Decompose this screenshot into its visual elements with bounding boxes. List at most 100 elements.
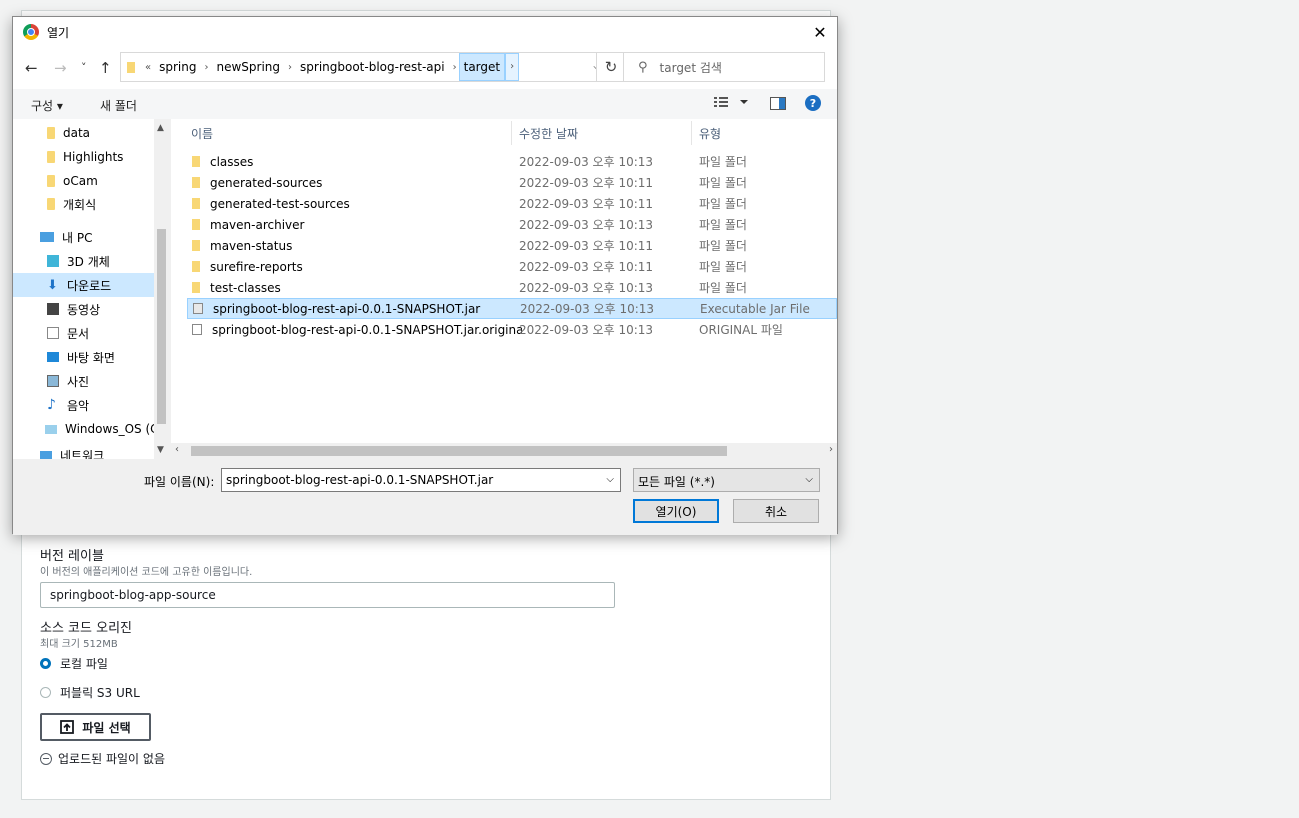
folder-icon (192, 261, 200, 272)
folder-icon (192, 240, 200, 251)
open-button[interactable]: 열기(O) (633, 499, 719, 523)
file-list-hscrollbar[interactable]: ‹ › (171, 443, 837, 459)
file-type: 파일 폴더 (699, 218, 747, 232)
no-file-text: 업로드된 파일이 없음 (58, 752, 165, 766)
breadcrumb-springboot-blog-rest-api[interactable]: springboot-blog-rest-api (294, 60, 451, 74)
file-row[interactable]: surefire-reports 2022-09-03 오후 10:11 파일 폴더 (187, 256, 837, 277)
version-label-input[interactable]: springboot-blog-app-source (40, 582, 615, 608)
file-row-selected[interactable]: springboot-blog-rest-api-0.0.1-SNAPSHOT.… (187, 298, 837, 319)
column-type-label: 유형 (699, 126, 722, 141)
help-icon[interactable]: ? (805, 95, 821, 111)
file-name: generated-test-sources (210, 196, 350, 211)
scroll-left-icon[interactable]: ‹ (175, 444, 179, 455)
file-type: 파일 폴더 (699, 260, 747, 274)
version-label-title: 버전 레이블 (40, 549, 104, 564)
search-placeholder: target 검색 (659, 60, 722, 75)
column-header-date[interactable]: 수정한 날짜 (519, 119, 689, 147)
address-bar[interactable]: « spring › newSpring › springboot-blog-r… (120, 52, 610, 82)
column-divider[interactable] (691, 121, 692, 145)
dialog-footer: 파일 이름(N): springboot-blog-rest-api-0.0.1… (13, 459, 837, 535)
scroll-down-icon[interactable]: ▼ (157, 445, 164, 455)
choose-file-label: 파일 선택 (82, 720, 131, 735)
tree-item-videos[interactable]: 동영상 (13, 297, 169, 321)
folder-icon (192, 219, 200, 230)
tree-item-label: 바탕 화면 (67, 350, 115, 365)
breadcrumb-chevron-icon[interactable]: › (202, 62, 210, 73)
tree-item-documents[interactable]: 문서 (13, 321, 169, 345)
column-header-name[interactable]: 이름 ^ (191, 119, 511, 147)
file-row[interactable]: classes 2022-09-03 오후 10:13 파일 폴더 (187, 151, 837, 172)
column-date-label: 수정한 날짜 (519, 126, 579, 141)
tree-scrollbar[interactable]: ▲ ▼ (154, 119, 169, 459)
address-overflow[interactable]: « (143, 62, 153, 73)
filename-label: 파일 이름(N): (144, 475, 215, 489)
chevron-down-icon[interactable]: ⌵ (805, 474, 813, 485)
tree-item-ocam[interactable]: oCam (13, 169, 169, 193)
column-header-type[interactable]: 유형 (699, 119, 829, 147)
tree-item-data[interactable]: data (13, 121, 169, 145)
file-row[interactable]: generated-sources 2022-09-03 오후 10:11 파일 폴… (187, 172, 837, 193)
tree-item-music[interactable]: ♪ 음악 (13, 393, 169, 417)
tree-item-downloads[interactable]: ⬇ 다운로드 (13, 273, 169, 297)
scroll-up-icon[interactable]: ▲ (157, 123, 164, 133)
file-row[interactable]: test-classes 2022-09-03 오후 10:13 파일 폴더 (187, 277, 837, 298)
tree-item-this-pc[interactable]: 내 PC (13, 225, 169, 249)
scroll-right-icon[interactable]: › (829, 444, 833, 455)
breadcrumb-chevron-icon[interactable]: › (505, 53, 520, 81)
file-row[interactable]: maven-archiver 2022-09-03 오후 10:13 파일 폴더 (187, 214, 837, 235)
forward-arrow-icon[interactable]: → (54, 59, 67, 77)
tree-item-label: 개회식 (63, 197, 97, 212)
tree-item-highlights[interactable]: Highlights (13, 145, 169, 169)
folder-icon (47, 127, 55, 139)
chevron-down-icon[interactable]: ⌵ (606, 474, 614, 485)
drive-icon (45, 424, 57, 434)
radio-s3-url[interactable]: 퍼블릭 S3 URL (40, 684, 140, 701)
file-type-filter[interactable]: 모든 파일 (*.*) ⌵ (633, 468, 820, 492)
breadcrumb-chevron-icon[interactable]: › (286, 62, 294, 73)
file-date: 2022-09-03 오후 10:13 (520, 302, 655, 316)
new-folder-button[interactable]: 새 폴더 (100, 97, 137, 114)
file-row[interactable]: springboot-blog-rest-api-0.0.1-SNAPSHOT.… (187, 319, 837, 340)
hscroll-thumb[interactable] (191, 446, 727, 456)
file-name: springboot-blog-rest-api-0.0.1-SNAPSHOT.… (213, 301, 481, 316)
search-box[interactable]: ⚲ target 검색 (623, 52, 825, 82)
breadcrumb-chevron-icon[interactable]: › (451, 62, 459, 73)
file-icon (192, 324, 202, 335)
file-row[interactable]: maven-status 2022-09-03 오후 10:11 파일 폴더 (187, 235, 837, 256)
cancel-button[interactable]: 취소 (733, 499, 819, 523)
tree-item-desktop[interactable]: 바탕 화면 (13, 345, 169, 369)
network-icon (40, 450, 52, 459)
view-options-icon[interactable] (714, 95, 748, 112)
upload-icon (60, 720, 75, 734)
tree-item-label: Windows_OS (C (65, 422, 159, 436)
preview-pane-icon[interactable] (770, 97, 786, 113)
tree-item-windows-drive[interactable]: Windows_OS (C (13, 417, 169, 441)
radio-local-file[interactable]: 로컬 파일 (40, 655, 108, 672)
tree-item-3d-objects[interactable]: 3D 개체 (13, 249, 169, 273)
breadcrumb-spring[interactable]: spring (153, 60, 202, 74)
folder-icon (47, 175, 55, 187)
dialog-titlebar[interactable]: 열기 ✕ (13, 17, 837, 47)
up-arrow-icon[interactable]: ↑ (99, 59, 112, 77)
recent-locations-icon[interactable]: ˅ (81, 61, 87, 74)
tree-item-network[interactable]: 네트워크 (13, 443, 169, 459)
search-icon: ⚲ (638, 59, 648, 75)
breadcrumb-newspring[interactable]: newSpring (210, 60, 286, 74)
file-row[interactable]: generated-test-sources 2022-09-03 오후 10:1… (187, 193, 837, 214)
breadcrumb-target[interactable]: target (458, 53, 506, 81)
radio-s3-url-indicator[interactable] (40, 687, 51, 698)
tree-scroll-thumb[interactable] (157, 229, 166, 424)
column-divider[interactable] (511, 121, 512, 145)
navigation-tree: data Highlights oCam 개회식 내 PC 3D 개체 ⬇ 다운로… (13, 119, 169, 459)
file-name: surefire-reports (210, 259, 303, 274)
radio-local-file-indicator[interactable] (40, 658, 51, 669)
refresh-icon[interactable]: ↻ (596, 52, 626, 82)
tree-item-pictures[interactable]: 사진 (13, 369, 169, 393)
organize-button[interactable]: 구성 ▾ (31, 97, 63, 114)
file-date: 2022-09-03 오후 10:13 (519, 281, 654, 295)
tree-item-opening-ceremony[interactable]: 개회식 (13, 192, 169, 216)
back-arrow-icon[interactable]: ← (25, 59, 38, 77)
filename-input[interactable]: springboot-blog-rest-api-0.0.1-SNAPSHOT.… (221, 468, 621, 492)
choose-file-button[interactable]: 파일 선택 (40, 713, 151, 741)
close-icon[interactable]: ✕ (803, 17, 837, 47)
